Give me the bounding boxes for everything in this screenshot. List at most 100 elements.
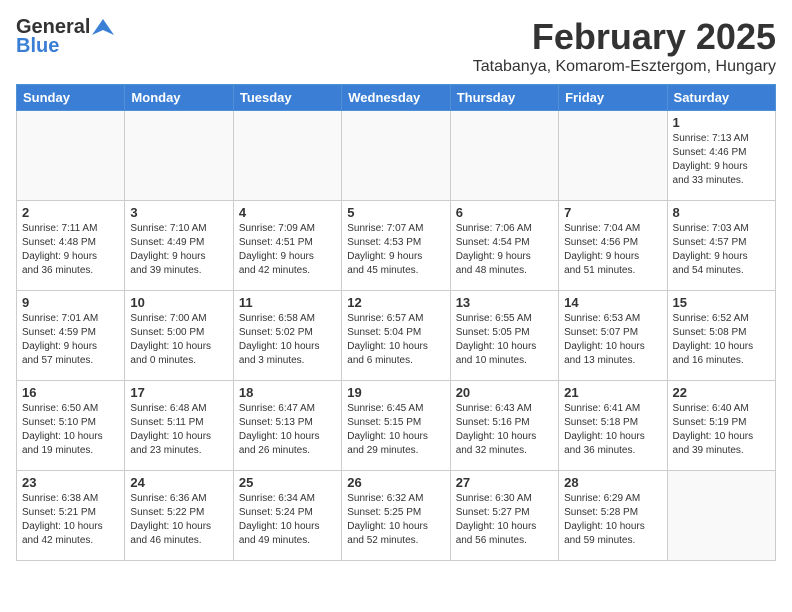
logo-bird-icon [92,17,114,39]
page-header: General Blue February 2025 Tatabanya, Ko… [16,16,776,76]
calendar-cell [667,471,775,561]
calendar-cell [450,111,558,201]
day-number: 12 [347,295,444,310]
calendar-cell: 7 Sunrise: 7:04 AM Sunset: 4:56 PM Daylig… [559,201,667,291]
day-info: Sunrise: 6:52 AM Sunset: 5:08 PM Dayligh… [673,312,770,368]
calendar-cell: 19 Sunrise: 6:45 AM Sunset: 5:15 PM Dayli… [342,381,450,471]
calendar-cell: 1 Sunrise: 7:13 AM Sunset: 4:46 PM Daylig… [667,111,775,201]
day-info: Sunrise: 6:57 AM Sunset: 5:04 PM Dayligh… [347,312,444,368]
day-info: Sunrise: 6:50 AM Sunset: 5:10 PM Dayligh… [22,402,119,458]
day-number: 22 [673,385,770,400]
calendar-cell: 22 Sunrise: 6:40 AM Sunset: 5:19 PM Dayli… [667,381,775,471]
weekday-header-thursday: Thursday [450,85,558,111]
day-number: 9 [22,295,119,310]
day-info: Sunrise: 7:00 AM Sunset: 5:00 PM Dayligh… [130,312,227,368]
day-number: 8 [673,205,770,220]
calendar-cell [559,111,667,201]
day-info: Sunrise: 6:48 AM Sunset: 5:11 PM Dayligh… [130,402,227,458]
day-number: 1 [673,115,770,130]
day-number: 3 [130,205,227,220]
day-number: 20 [456,385,553,400]
day-info: Sunrise: 7:01 AM Sunset: 4:59 PM Dayligh… [22,312,119,368]
calendar-cell: 21 Sunrise: 6:41 AM Sunset: 5:18 PM Dayli… [559,381,667,471]
day-info: Sunrise: 6:38 AM Sunset: 5:21 PM Dayligh… [22,492,119,548]
calendar-cell: 25Sunrise: 6:34 AM Sunset: 5:24 PM Dayli… [233,471,341,561]
day-info: Sunrise: 6:47 AM Sunset: 5:13 PM Dayligh… [239,402,336,458]
day-number: 28 [564,475,661,490]
day-info: Sunrise: 6:40 AM Sunset: 5:19 PM Dayligh… [673,402,770,458]
calendar-cell: 23 Sunrise: 6:38 AM Sunset: 5:21 PM Dayli… [17,471,125,561]
calendar-cell [17,111,125,201]
calendar-cell: 2 Sunrise: 7:11 AM Sunset: 4:48 PM Daylig… [17,201,125,291]
day-number: 10 [130,295,227,310]
month-title: February 2025 [473,16,776,58]
weekday-header-tuesday: Tuesday [233,85,341,111]
calendar-cell: 27 Sunrise: 6:30 AM Sunset: 5:27 PM Dayli… [450,471,558,561]
logo: General Blue [16,16,114,58]
calendar-cell: 4Sunrise: 7:09 AM Sunset: 4:51 PM Daylig… [233,201,341,291]
day-number: 5 [347,205,444,220]
title-block: February 2025 Tatabanya, Komarom-Eszterg… [473,16,776,76]
weekday-header-friday: Friday [559,85,667,111]
calendar-week-5: 23 Sunrise: 6:38 AM Sunset: 5:21 PM Dayli… [17,471,776,561]
day-number: 27 [456,475,553,490]
day-number: 24 [130,475,227,490]
weekday-header-saturday: Saturday [667,85,775,111]
calendar-cell: 17 Sunrise: 6:48 AM Sunset: 5:11 PM Dayli… [125,381,233,471]
calendar-cell: 10 Sunrise: 7:00 AM Sunset: 5:00 PM Dayli… [125,291,233,381]
day-info: Sunrise: 6:41 AM Sunset: 5:18 PM Dayligh… [564,402,661,458]
day-number: 2 [22,205,119,220]
day-info: Sunrise: 7:11 AM Sunset: 4:48 PM Dayligh… [22,222,119,278]
day-info: Sunrise: 6:53 AM Sunset: 5:07 PM Dayligh… [564,312,661,368]
calendar-cell: 18 Sunrise: 6:47 AM Sunset: 5:13 PM Dayli… [233,381,341,471]
day-number: 18 [239,385,336,400]
location-subtitle: Tatabanya, Komarom-Esztergom, Hungary [473,58,776,76]
day-number: 7 [564,205,661,220]
day-info: Sunrise: 6:58 AM Sunset: 5:02 PM Dayligh… [239,312,336,368]
calendar-week-1: 1 Sunrise: 7:13 AM Sunset: 4:46 PM Daylig… [17,111,776,201]
day-info: Sunrise: 7:10 AM Sunset: 4:49 PM Dayligh… [130,222,227,278]
calendar-table: SundayMondayTuesdayWednesdayThursdayFrid… [16,84,776,561]
day-info: Sunrise: 7:06 AM Sunset: 4:54 PM Dayligh… [456,222,553,278]
day-number: 16 [22,385,119,400]
day-info: Sunrise: 7:03 AM Sunset: 4:57 PM Dayligh… [673,222,770,278]
day-number: 26 [347,475,444,490]
day-number: 25 [239,475,336,490]
day-number: 21 [564,385,661,400]
calendar-cell: 14Sunrise: 6:53 AM Sunset: 5:07 PM Dayli… [559,291,667,381]
calendar-cell [342,111,450,201]
calendar-cell: 3 Sunrise: 7:10 AM Sunset: 4:49 PM Daylig… [125,201,233,291]
day-info: Sunrise: 6:32 AM Sunset: 5:25 PM Dayligh… [347,492,444,548]
calendar-cell: 11 Sunrise: 6:58 AM Sunset: 5:02 PM Dayli… [233,291,341,381]
calendar-cell: 28 Sunrise: 6:29 AM Sunset: 5:28 PM Dayli… [559,471,667,561]
calendar-cell: 20 Sunrise: 6:43 AM Sunset: 5:16 PM Dayli… [450,381,558,471]
day-info: Sunrise: 6:30 AM Sunset: 5:27 PM Dayligh… [456,492,553,548]
calendar-cell: 12 Sunrise: 6:57 AM Sunset: 5:04 PM Dayli… [342,291,450,381]
day-info: Sunrise: 6:43 AM Sunset: 5:16 PM Dayligh… [456,402,553,458]
day-number: 13 [456,295,553,310]
day-info: Sunrise: 7:13 AM Sunset: 4:46 PM Dayligh… [673,132,770,188]
logo-blue-text: Blue [16,35,59,58]
day-info: Sunrise: 7:09 AM Sunset: 4:51 PM Dayligh… [239,222,336,278]
day-info: Sunrise: 6:55 AM Sunset: 5:05 PM Dayligh… [456,312,553,368]
day-info: Sunrise: 6:29 AM Sunset: 5:28 PM Dayligh… [564,492,661,548]
day-number: 17 [130,385,227,400]
weekday-header-sunday: Sunday [17,85,125,111]
calendar-week-4: 16 Sunrise: 6:50 AM Sunset: 5:10 PM Dayli… [17,381,776,471]
calendar-cell: 16 Sunrise: 6:50 AM Sunset: 5:10 PM Dayli… [17,381,125,471]
day-number: 19 [347,385,444,400]
day-info: Sunrise: 7:07 AM Sunset: 4:53 PM Dayligh… [347,222,444,278]
calendar-cell: 26 Sunrise: 6:32 AM Sunset: 5:25 PM Dayli… [342,471,450,561]
calendar-week-3: 9 Sunrise: 7:01 AM Sunset: 4:59 PM Daylig… [17,291,776,381]
calendar-cell [233,111,341,201]
weekday-header-row: SundayMondayTuesdayWednesdayThursdayFrid… [17,85,776,111]
weekday-header-wednesday: Wednesday [342,85,450,111]
calendar-cell: 6Sunrise: 7:06 AM Sunset: 4:54 PM Daylig… [450,201,558,291]
calendar-cell: 8 Sunrise: 7:03 AM Sunset: 4:57 PM Daylig… [667,201,775,291]
day-info: Sunrise: 6:45 AM Sunset: 5:15 PM Dayligh… [347,402,444,458]
day-info: Sunrise: 7:04 AM Sunset: 4:56 PM Dayligh… [564,222,661,278]
day-number: 23 [22,475,119,490]
calendar-cell: 24Sunrise: 6:36 AM Sunset: 5:22 PM Dayli… [125,471,233,561]
calendar-cell: 13 Sunrise: 6:55 AM Sunset: 5:05 PM Dayli… [450,291,558,381]
day-number: 11 [239,295,336,310]
